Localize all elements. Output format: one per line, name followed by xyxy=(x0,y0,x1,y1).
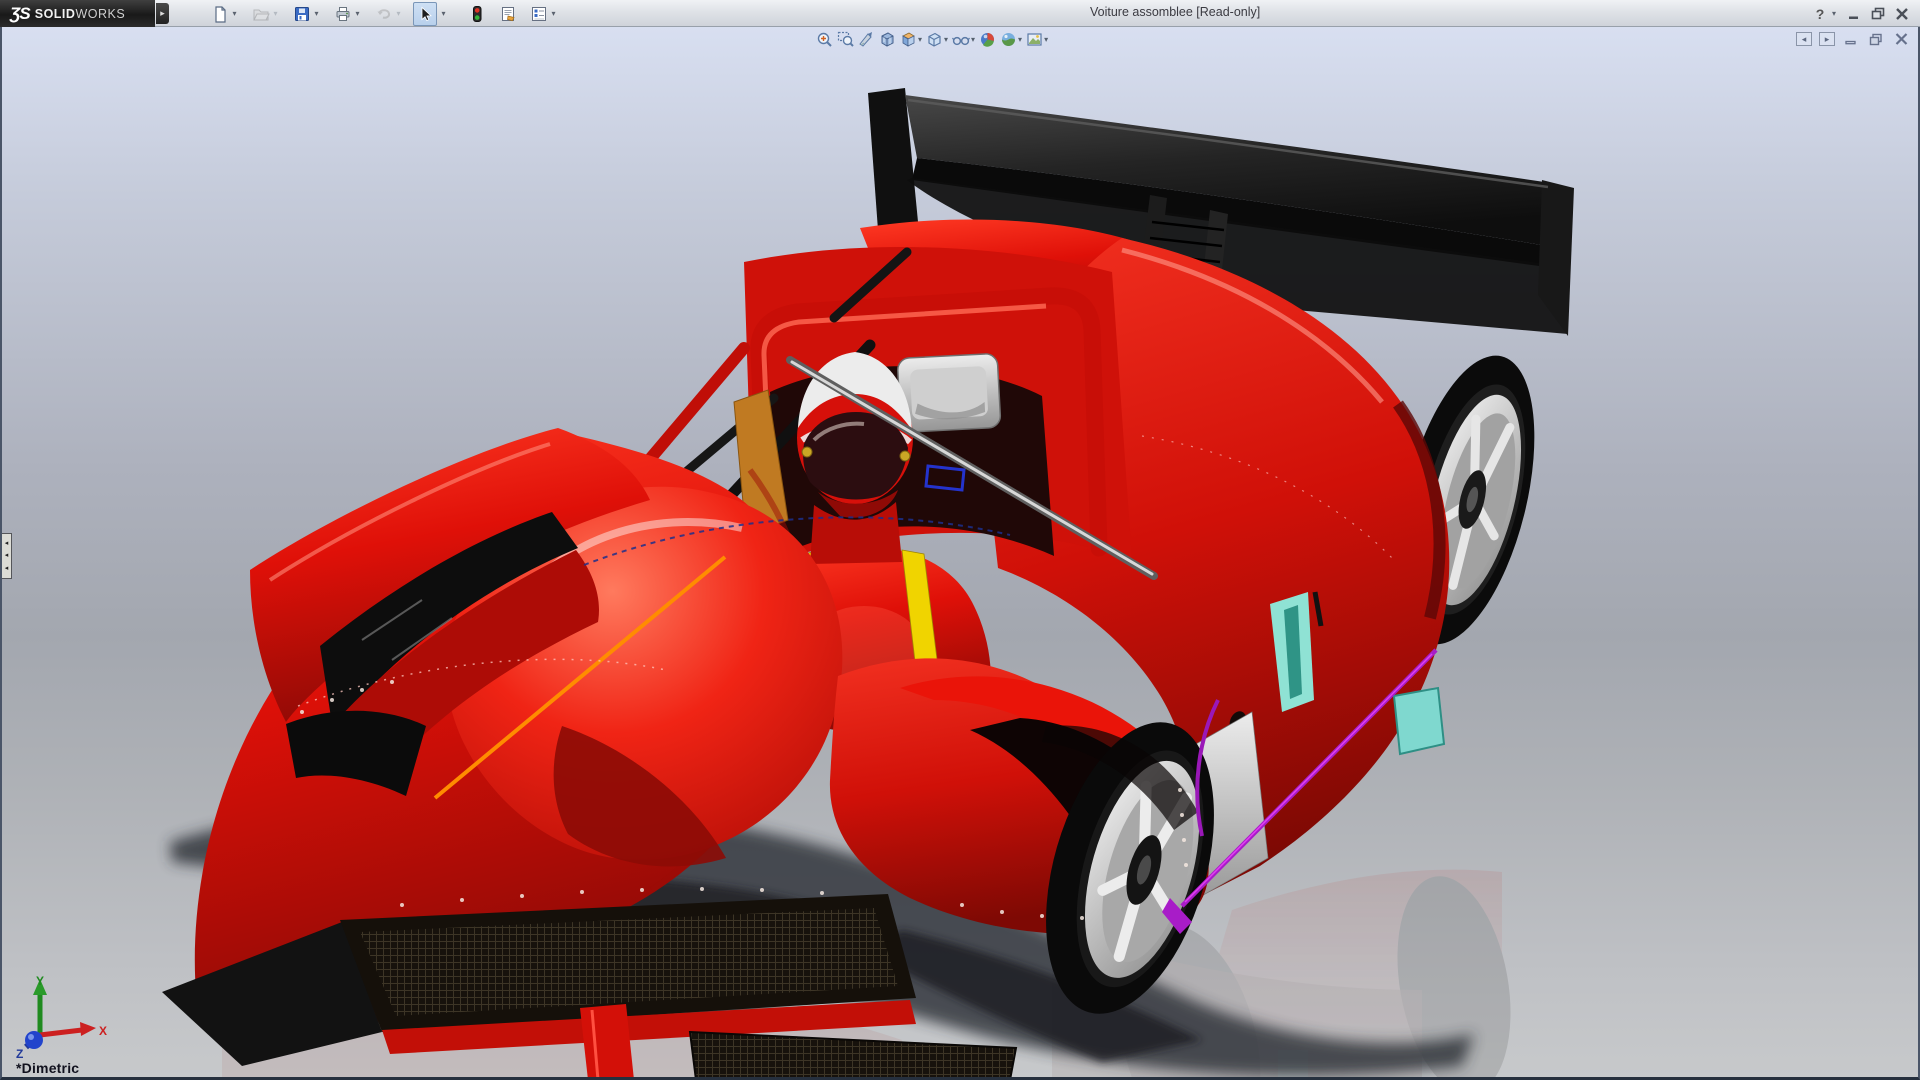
graphics-viewport[interactable]: ▾ ▾ ▾ ▾ ▾ ◂ ▸ xyxy=(0,27,1920,1080)
file-properties-icon xyxy=(499,5,517,23)
save-floppy-icon xyxy=(293,5,311,23)
view-orientation-button[interactable]: ▾ xyxy=(898,30,924,49)
select-button[interactable] xyxy=(413,2,437,26)
open-button[interactable]: ▾ xyxy=(249,2,283,26)
triad-z-label: Z xyxy=(16,1047,23,1061)
file-properties-button[interactable] xyxy=(496,2,520,26)
rebuild-traffic-light-icon xyxy=(468,5,486,23)
solidworks-logo-mark: ƷS xyxy=(10,4,30,24)
solidworks-logo-text: SOLIDWORKS xyxy=(35,7,125,21)
apply-scene-icon xyxy=(1000,31,1017,48)
next-pane-button[interactable]: ▸ xyxy=(1819,32,1835,46)
view-settings-icon xyxy=(1026,31,1043,48)
hide-show-items-dropdown-arrow[interactable]: ▾ xyxy=(971,35,975,44)
display-style-button[interactable]: ▾ xyxy=(924,30,950,49)
main-toolbar: ▾ ▾ ▾ ▾ ▾ ▾ ▾ xyxy=(208,1,561,26)
3d-drawing-view-button[interactable] xyxy=(877,30,898,49)
open-folder-icon xyxy=(252,5,270,23)
save-button[interactable]: ▾ xyxy=(290,2,324,26)
document-restore-button[interactable] xyxy=(1867,32,1885,46)
panel-collapse-arrow: ◂ xyxy=(5,541,9,547)
document-minimize-icon xyxy=(1845,33,1858,45)
panel-collapse-arrow: ◂ xyxy=(5,566,9,572)
rebuild-button[interactable] xyxy=(465,2,489,26)
section-view-icon xyxy=(858,31,875,48)
panel-collapse-arrow: ◂ xyxy=(5,553,9,559)
select-cursor-icon xyxy=(416,5,434,23)
solidworks-logo: ƷS SOLIDWORKS xyxy=(0,0,155,27)
help-button[interactable]: ? xyxy=(1808,3,1832,25)
reference-triad: Y X Z xyxy=(8,973,112,1061)
car-3d-model xyxy=(2,27,1920,1080)
select-dropdown[interactable]: ▾ xyxy=(437,2,451,26)
close-icon xyxy=(1895,8,1909,20)
new-document-icon xyxy=(211,5,229,23)
view-settings-dropdown-arrow[interactable]: ▾ xyxy=(1044,35,1048,44)
menu-expand-arrow[interactable]: ▸ xyxy=(156,3,169,24)
document-close-button[interactable] xyxy=(1892,32,1910,46)
options-checklist-icon xyxy=(530,5,548,23)
window-title: Voiture assomblee [Read-only] xyxy=(1090,5,1260,19)
restore-icon xyxy=(1871,7,1886,20)
hide-show-items-button[interactable]: ▾ xyxy=(950,30,977,49)
hide-show-items-icon xyxy=(952,31,970,48)
options-button[interactable]: ▾ xyxy=(527,2,561,26)
intake-box xyxy=(897,353,1001,432)
triad-x-label: X xyxy=(99,1024,107,1038)
help-dropdown-arrow[interactable]: ▾ xyxy=(1832,9,1842,18)
minimize-icon xyxy=(1847,8,1861,20)
undo-button[interactable]: ▾ xyxy=(372,2,406,26)
new-button[interactable]: ▾ xyxy=(208,2,242,26)
display-style-dropdown-arrow[interactable]: ▾ xyxy=(944,35,948,44)
minimize-button[interactable] xyxy=(1842,3,1866,25)
edit-appearance-icon xyxy=(979,31,996,48)
zoom-to-area-icon xyxy=(837,31,854,48)
triad-y-label: Y xyxy=(36,974,44,988)
zoom-to-fit-icon xyxy=(816,31,833,48)
title-bar: ƷS SOLIDWORKS ▸ ▾ ▾ ▾ ▾ ▾ ▾ xyxy=(0,0,1920,27)
window-controls: ? ▾ xyxy=(1808,0,1914,27)
apply-scene-dropdown-arrow[interactable]: ▾ xyxy=(1018,35,1022,44)
edit-appearance-button[interactable] xyxy=(977,30,998,49)
view-orientation-icon xyxy=(900,31,917,48)
side-panel-teal xyxy=(1394,688,1444,754)
display-style-icon xyxy=(926,31,943,48)
heads-up-view-toolbar: ▾ ▾ ▾ ▾ ▾ xyxy=(814,29,1050,49)
document-minimize-button[interactable] xyxy=(1842,32,1860,46)
select-dropdown-arrow[interactable]: ▾ xyxy=(439,9,448,18)
print-dropdown-arrow[interactable]: ▾ xyxy=(353,9,362,18)
undo-icon xyxy=(375,5,393,23)
print-icon xyxy=(334,5,352,23)
previous-pane-button[interactable]: ◂ xyxy=(1796,32,1812,46)
options-dropdown-arrow[interactable]: ▾ xyxy=(549,9,558,18)
zoom-to-area-button[interactable] xyxy=(835,30,856,49)
print-button[interactable]: ▾ xyxy=(331,2,365,26)
zoom-to-fit-button[interactable] xyxy=(814,30,835,49)
save-dropdown-arrow[interactable]: ▾ xyxy=(312,9,321,18)
view-orientation-label: *Dimetric xyxy=(16,1060,79,1076)
document-window-controls: ◂ ▸ xyxy=(1796,32,1910,46)
3d-drawing-view-icon xyxy=(879,31,896,48)
new-dropdown-arrow[interactable]: ▾ xyxy=(230,9,239,18)
view-orientation-dropdown-arrow[interactable]: ▾ xyxy=(918,35,922,44)
view-settings-button[interactable]: ▾ xyxy=(1024,30,1050,49)
apply-scene-button[interactable]: ▾ xyxy=(998,30,1024,49)
open-dropdown-arrow[interactable]: ▾ xyxy=(271,9,280,18)
undo-dropdown-arrow[interactable]: ▾ xyxy=(394,9,403,18)
section-view-button[interactable] xyxy=(856,30,877,49)
restore-button[interactable] xyxy=(1866,3,1890,25)
document-close-icon xyxy=(1895,33,1908,45)
feature-panel-tab[interactable]: ◂ ◂ ◂ xyxy=(2,533,12,579)
document-restore-icon xyxy=(1869,33,1883,46)
close-button[interactable] xyxy=(1890,3,1914,25)
